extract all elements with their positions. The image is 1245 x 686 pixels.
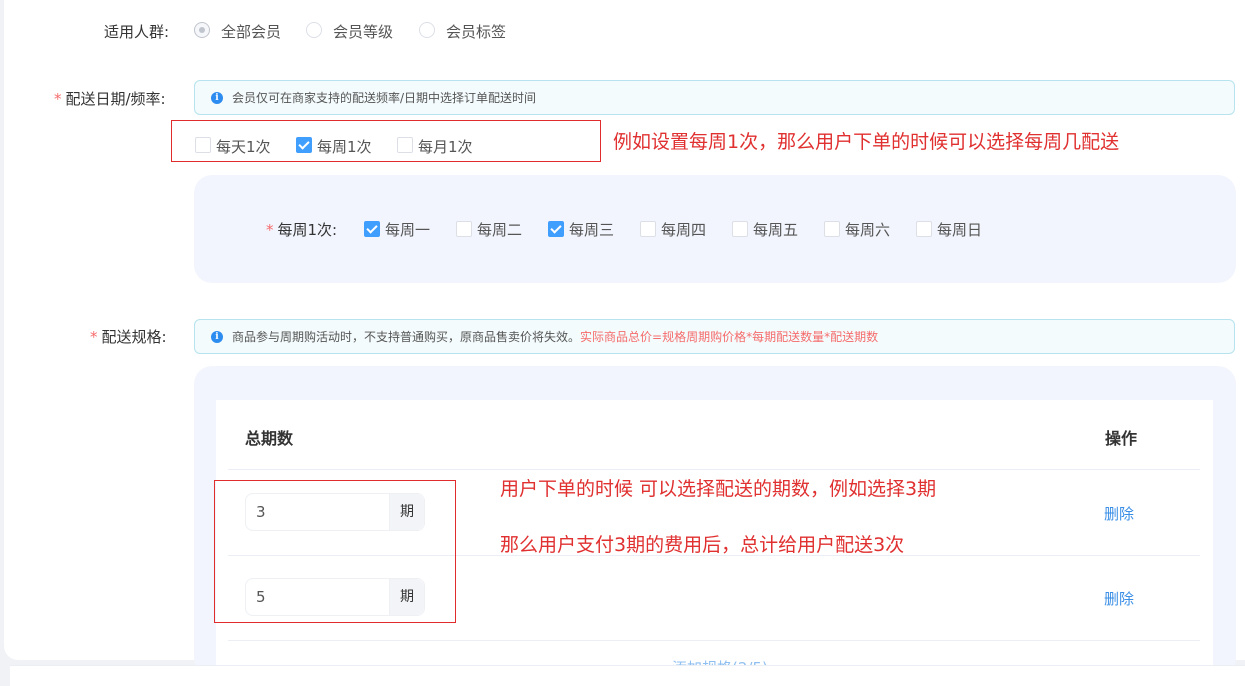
periods-annotation-box <box>214 480 456 623</box>
spec-info-alert: i 商品参与周期购活动时，不支持普通购买，原商品售卖价将失效。 实际商品总价=规格… <box>194 319 1235 354</box>
weekly-label: * 每周1次: <box>266 219 337 240</box>
delivery-info-alert: i 会员仅可在商家支持的配送频率/日期中选择订单配送时间 <box>194 80 1235 115</box>
radio-all-members[interactable] <box>194 22 210 38</box>
delete-row-button[interactable]: 删除 <box>1104 503 1134 524</box>
info-icon: i <box>211 330 223 343</box>
column-header-periods: 总期数 <box>245 429 294 448</box>
checkbox-wednesday[interactable] <box>548 221 564 237</box>
checkbox-tuesday[interactable] <box>456 221 472 237</box>
checkbox-monthly[interactable] <box>397 137 413 153</box>
periods-annotation-text-1: 用户下单的时候 可以选择配送的期数，例如选择3期 <box>500 478 937 500</box>
checkbox-weekly[interactable] <box>296 137 312 153</box>
checkbox-sunday[interactable] <box>916 221 932 237</box>
info-icon: i <box>211 91 223 104</box>
checkbox-friday-label[interactable]: 每周五 <box>753 219 798 240</box>
column-header-action: 操作 <box>1105 429 1138 448</box>
periods-annotation-text-2: 那么用户支付3期的费用后，总计给用户配送3次 <box>500 534 905 556</box>
radio-all-members-label[interactable]: 全部会员 <box>221 21 281 42</box>
checkbox-tuesday-label[interactable]: 每周二 <box>477 219 522 240</box>
radio-member-level[interactable] <box>306 22 322 38</box>
radio-member-level-label[interactable]: 会员等级 <box>333 21 393 42</box>
spec-label-text: 配送规格: <box>101 328 167 346</box>
delivery-date-label: * 配送日期/频率: <box>54 88 166 109</box>
checkbox-monday[interactable] <box>364 221 380 237</box>
checkbox-sunday-label[interactable]: 每周日 <box>937 219 982 240</box>
checkbox-saturday-label[interactable]: 每周六 <box>845 219 890 240</box>
checkbox-monday-label[interactable]: 每周一 <box>385 219 430 240</box>
required-mark: * <box>266 221 274 239</box>
checkbox-saturday[interactable] <box>824 221 840 237</box>
bottom-card-edge <box>10 665 1245 686</box>
weekly-label-text: 每周1次: <box>277 221 338 239</box>
checkbox-daily-label[interactable]: 每天1次 <box>216 136 271 157</box>
row-divider <box>228 469 1200 470</box>
checkbox-daily[interactable] <box>195 137 211 153</box>
checkbox-weekly-label[interactable]: 每周1次 <box>317 136 372 157</box>
spec-alert-red-text: 实际商品总价=规格周期购价格*每期配送数量*配送期数 <box>580 330 879 344</box>
spec-label: * 配送规格: <box>90 326 167 347</box>
row-divider <box>228 640 1200 641</box>
checkbox-wednesday-label[interactable]: 每周三 <box>569 219 614 240</box>
frequency-annotation-text: 例如设置每周1次，那么用户下单的时候可以选择每周几配送 <box>613 131 1120 153</box>
audience-label: 适用人群: <box>104 23 170 41</box>
required-mark: * <box>54 90 62 108</box>
delivery-date-label-text: 配送日期/频率: <box>65 90 166 108</box>
checkbox-thursday[interactable] <box>640 221 656 237</box>
delete-row-button[interactable]: 删除 <box>1104 588 1134 609</box>
checkbox-monthly-label[interactable]: 每月1次 <box>418 136 473 157</box>
checkbox-thursday-label[interactable]: 每周四 <box>661 219 706 240</box>
required-mark: * <box>90 328 98 346</box>
radio-member-tag-label[interactable]: 会员标签 <box>446 21 506 42</box>
spec-alert-text: 商品参与周期购活动时，不支持普通购买，原商品售卖价将失效。 <box>232 330 581 344</box>
delivery-alert-text: 会员仅可在商家支持的配送频率/日期中选择订单配送时间 <box>232 91 537 105</box>
weekly-days-panel <box>194 175 1236 283</box>
checkbox-friday[interactable] <box>732 221 748 237</box>
radio-member-tag[interactable] <box>419 22 435 38</box>
